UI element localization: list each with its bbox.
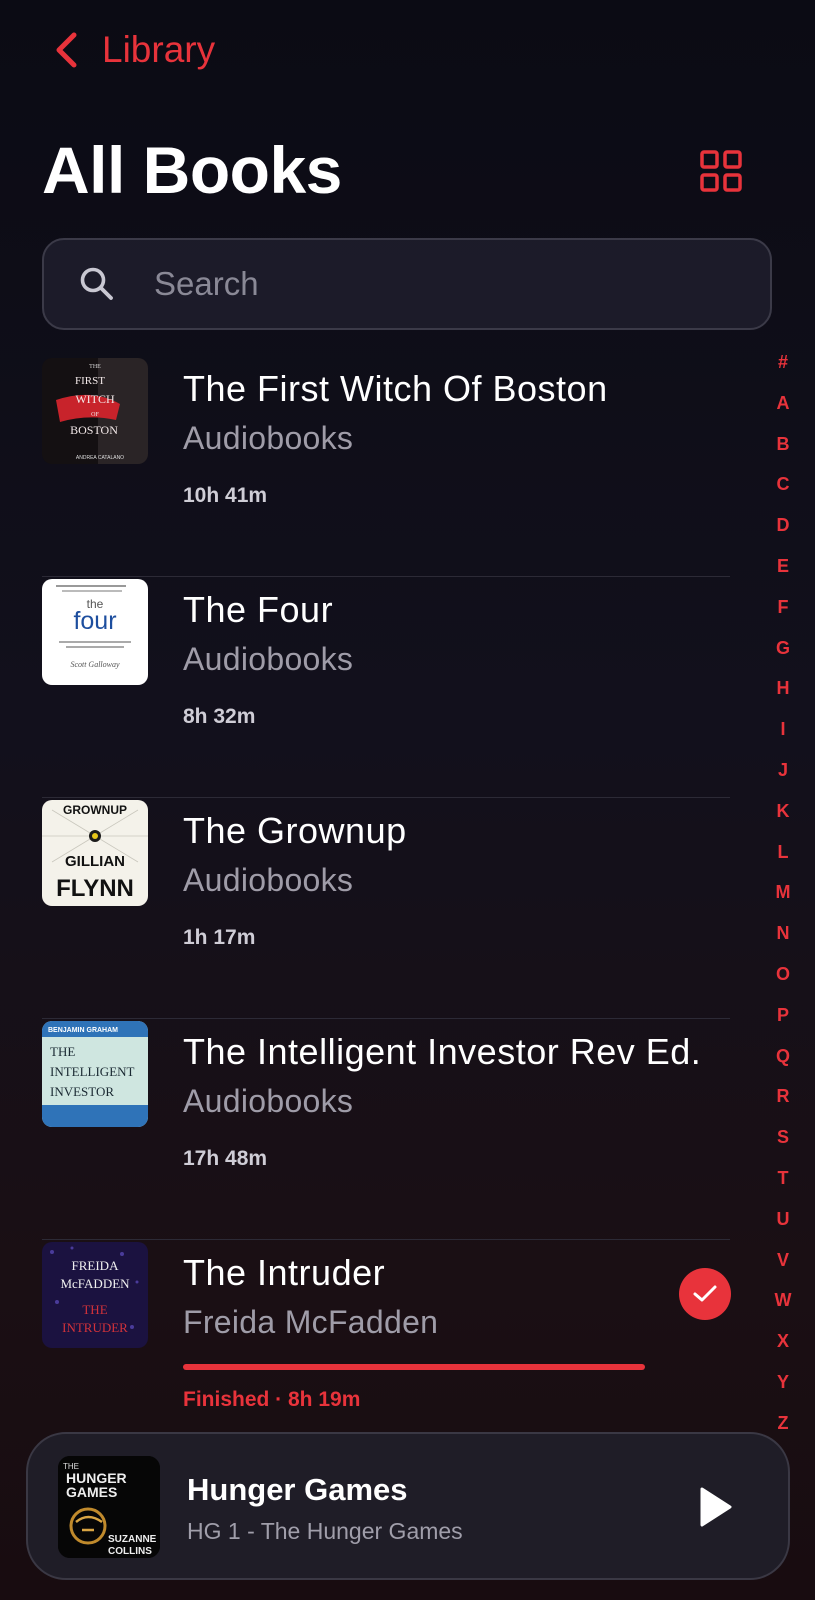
now-playing-title: Hunger Games (187, 1472, 408, 1507)
alphabet-index-letter[interactable]: P (763, 995, 803, 1036)
book-duration: 8h 32m (183, 705, 256, 728)
svg-text:OF: OF (91, 412, 99, 418)
svg-text:Scott Galloway: Scott Galloway (70, 660, 120, 669)
svg-text:BENJAMIN GRAHAM: BENJAMIN GRAHAM (48, 1027, 118, 1034)
grid-icon (700, 150, 742, 192)
svg-text:INVESTOR: INVESTOR (50, 1084, 114, 1099)
svg-text:THE: THE (82, 1302, 107, 1317)
alphabet-index-letter[interactable]: K (763, 791, 803, 832)
back-button[interactable]: Library (54, 28, 215, 72)
alphabet-index-letter[interactable]: W (763, 1280, 803, 1321)
book-row[interactable]: the four Scott Galloway The Four Audiobo… (42, 577, 730, 798)
alphabet-index-letter[interactable]: T (763, 1158, 803, 1199)
alphabet-index-letter[interactable]: E (763, 546, 803, 587)
alphabet-index-letter[interactable]: O (763, 954, 803, 995)
svg-text:THE: THE (50, 1044, 75, 1059)
alphabet-index-letter[interactable]: M (763, 872, 803, 913)
book-row[interactable]: THE FIRST WITCH OF BOSTON ANDREA CATALAN… (42, 356, 730, 577)
alphabet-index-letter[interactable]: D (763, 505, 803, 546)
alphabet-index-letter[interactable]: B (763, 424, 803, 465)
alphabet-index-letter[interactable]: N (763, 913, 803, 954)
book-duration: 1h 17m (183, 926, 256, 949)
svg-text:BOSTON: BOSTON (70, 423, 118, 437)
alphabet-index-letter[interactable]: Q (763, 1036, 803, 1077)
search-bar[interactable] (42, 238, 772, 330)
book-title: The Four (183, 589, 334, 630)
svg-text:FREIDA: FREIDA (72, 1258, 120, 1273)
play-button[interactable] (692, 1484, 738, 1530)
alphabet-index-letter[interactable]: A (763, 383, 803, 424)
svg-text:INTRUDER: INTRUDER (62, 1320, 128, 1335)
svg-text:GAMES: GAMES (66, 1484, 117, 1500)
book-subtitle: Audiobooks (183, 420, 354, 456)
svg-text:FIRST: FIRST (75, 375, 105, 387)
svg-text:GILLIAN: GILLIAN (65, 853, 125, 870)
svg-text:ANDREA CATALANO: ANDREA CATALANO (76, 455, 124, 461)
alphabet-index-letter[interactable]: # (763, 342, 803, 383)
alphabet-index-letter[interactable]: L (763, 832, 803, 873)
svg-text:FLYNN: FLYNN (56, 875, 134, 902)
progress-bar (183, 1364, 645, 1370)
search-input[interactable] (154, 265, 714, 303)
alphabet-index-letter[interactable]: J (763, 750, 803, 791)
svg-text:COLLINS: COLLINS (108, 1546, 152, 1557)
alphabet-index-letter[interactable]: C (763, 464, 803, 505)
svg-text:GROWNUP: GROWNUP (63, 803, 127, 817)
book-title: The Intruder (183, 1252, 386, 1293)
book-row[interactable]: GROWNUP GILLIAN FLYNN The Grownup Audiob… (42, 798, 730, 1019)
alphabet-index-letter[interactable]: R (763, 1076, 803, 1117)
book-subtitle: Audiobooks (183, 641, 354, 677)
all-books-screen: Library All Books THE FIRST (0, 0, 815, 1600)
play-icon (700, 1487, 732, 1527)
chevron-left-icon (54, 28, 88, 72)
alphabet-index-letter[interactable]: X (763, 1321, 803, 1362)
book-subtitle: Audiobooks (183, 862, 354, 898)
alphabet-index-letter[interactable]: I (763, 709, 803, 750)
svg-text:WITCH: WITCH (75, 392, 115, 406)
alphabet-index[interactable]: # A B C D E F G H I J K L M N O P Q R S T U V W X Y Z (763, 342, 803, 1444)
svg-text:THE: THE (89, 364, 101, 370)
book-row[interactable]: BENJAMIN GRAHAM THE INTELLIGENT INVESTOR… (42, 1019, 730, 1240)
svg-text:McFADDEN: McFADDEN (60, 1276, 130, 1291)
book-cover: GROWNUP GILLIAN FLYNN (42, 800, 148, 906)
alphabet-index-letter[interactable]: G (763, 628, 803, 669)
book-list: THE FIRST WITCH OF BOSTON ANDREA CATALAN… (42, 356, 731, 1461)
grid-view-button[interactable] (700, 150, 742, 192)
finished-check-icon (679, 1268, 731, 1320)
page-title: All Books (42, 133, 342, 207)
book-cover: FREIDA McFADDEN THE INTRUDER (42, 1242, 148, 1348)
alphabet-index-letter[interactable]: U (763, 1199, 803, 1240)
book-author: Freida McFadden (183, 1304, 439, 1340)
back-label: Library (102, 29, 216, 70)
now-playing-subtitle: HG 1 - The Hunger Games (187, 1518, 463, 1544)
alphabet-index-letter[interactable]: Y (763, 1362, 803, 1403)
book-title: The First Witch Of Boston (183, 368, 608, 409)
search-icon (80, 267, 113, 300)
book-row[interactable]: FREIDA McFADDEN THE INTRUDER The Intrude… (42, 1240, 731, 1461)
svg-text:SUZANNE: SUZANNE (108, 1534, 157, 1545)
book-title: The Intelligent Investor Rev Ed. (183, 1031, 702, 1072)
book-cover: the four Scott Galloway (42, 579, 148, 685)
book-duration: 10h 41m (183, 484, 268, 507)
book-title: The Grownup (183, 810, 407, 851)
svg-text:INTELLIGENT: INTELLIGENT (50, 1064, 135, 1079)
now-playing-cover: THE HUNGER GAMES SUZANNE COLLINS (58, 1456, 160, 1558)
alphabet-index-letter[interactable]: F (763, 587, 803, 628)
book-cover: THE FIRST WITCH OF BOSTON ANDREA CATALAN… (42, 358, 148, 464)
book-subtitle: Audiobooks (183, 1083, 354, 1119)
book-duration: 17h 48m (183, 1147, 268, 1170)
mini-player[interactable]: THE HUNGER GAMES SUZANNE COLLINS Hunger … (26, 1432, 790, 1580)
svg-text:four: four (73, 607, 116, 635)
alphabet-index-letter[interactable]: V (763, 1240, 803, 1281)
alphabet-index-letter[interactable]: S (763, 1117, 803, 1158)
alphabet-index-letter[interactable]: H (763, 668, 803, 709)
book-cover: BENJAMIN GRAHAM THE INTELLIGENT INVESTOR (42, 1021, 148, 1127)
book-status: Finished · 8h 19m (183, 1388, 361, 1411)
